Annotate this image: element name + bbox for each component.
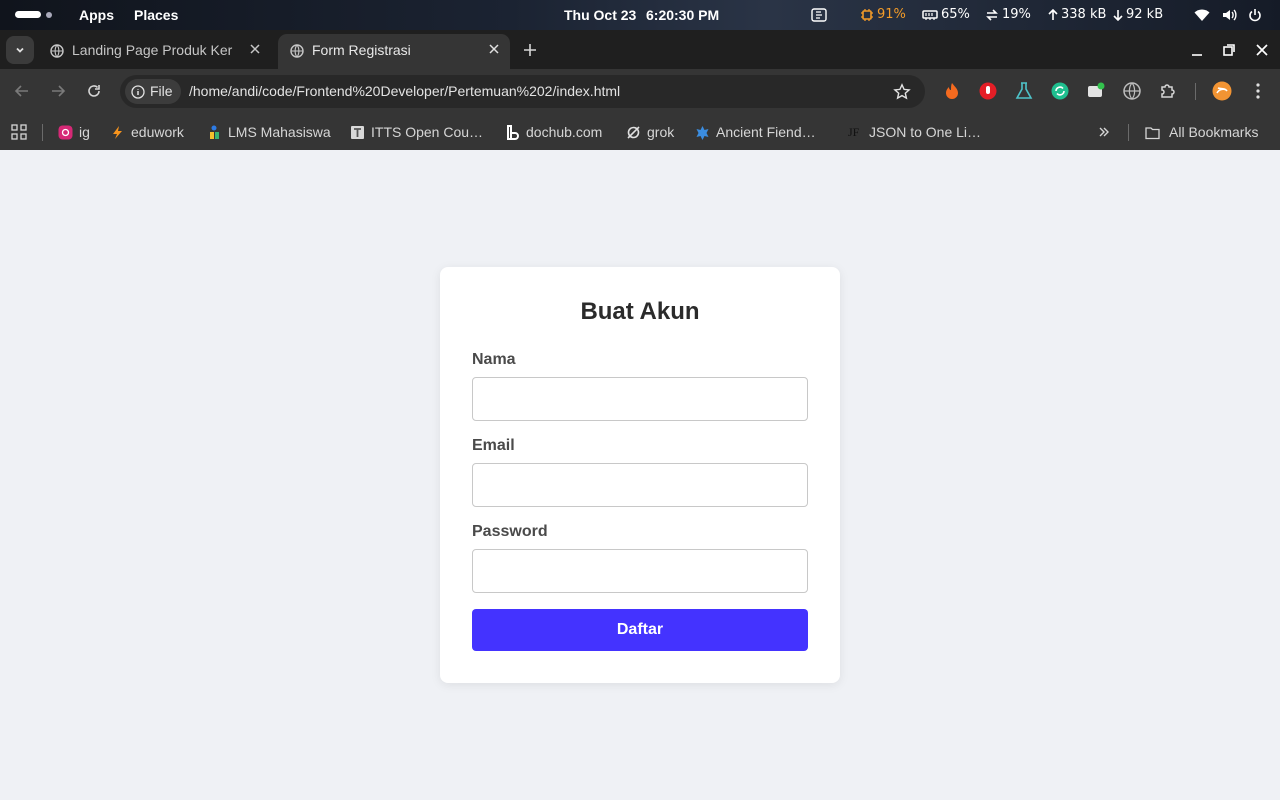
folder-icon <box>1145 127 1160 140</box>
globe-icon <box>50 44 64 58</box>
email-input[interactable] <box>472 463 808 507</box>
extension-stop-icon[interactable] <box>978 81 998 101</box>
volume-icon[interactable] <box>1221 0 1240 30</box>
bookmarks-separator <box>1128 124 1129 141</box>
browser-toolbar: File /home/andi/code/Frontend%20Develope… <box>0 69 1280 114</box>
swap-icon <box>986 8 998 21</box>
wifi-icon[interactable] <box>1194 0 1213 30</box>
download-value: 92 kB <box>1126 7 1164 22</box>
close-icon[interactable] <box>487 42 501 56</box>
instagram-icon <box>58 125 73 140</box>
reload-icon[interactable] <box>84 81 104 101</box>
system-top-bar: Apps Places Thu Oct 23 6:20:30 PM 91% 65… <box>0 0 1280 30</box>
password-input[interactable] <box>472 549 808 593</box>
tab-form-registrasi[interactable]: Form Registrasi <box>278 34 510 69</box>
address-bar[interactable]: File /home/andi/code/Frontend%20Develope… <box>120 75 925 108</box>
bookmark-ig[interactable]: ig <box>58 121 90 143</box>
eduwork-icon <box>113 126 122 139</box>
screen-indicator-icon[interactable] <box>811 0 830 30</box>
places-menu[interactable]: Places <box>134 0 178 30</box>
back-arrow-icon[interactable] <box>12 81 32 101</box>
upload-value: 338 kB <box>1061 7 1107 22</box>
download-indicator[interactable]: 92 kB <box>1113 0 1163 30</box>
upload-arrow-icon <box>1048 8 1058 20</box>
bookmark-grok[interactable]: grok <box>626 121 674 143</box>
bookmarks-bar: ig eduwork LMS Mahasiswa ITTS Open Cou… … <box>0 114 1280 150</box>
tab-title: Form Registrasi <box>312 42 411 58</box>
tab-title: Landing Page Produk Ker <box>72 42 233 58</box>
lms-icon <box>210 125 219 139</box>
minimize-icon[interactable] <box>1187 40 1207 60</box>
page-viewport: Buat Akun Nama Email Password Daftar <box>0 150 1280 800</box>
cpu-icon <box>861 8 873 21</box>
bookmarks-separator <box>42 124 43 141</box>
upload-indicator[interactable]: 338 kB <box>1048 0 1106 30</box>
browser-tab-strip: Landing Page Produk Ker Form Registrasi <box>0 30 1280 69</box>
nama-label: Nama <box>472 351 516 368</box>
extension-globe-icon[interactable] <box>1122 81 1142 101</box>
bookmark-ancient-fiend[interactable]: Ancient Fiend… <box>695 121 816 143</box>
apps-menu[interactable]: Apps <box>79 0 114 30</box>
close-icon[interactable] <box>248 42 262 56</box>
form-title: Buat Akun <box>580 298 700 325</box>
active-workspace-pill <box>15 11 41 18</box>
json-icon: JF <box>848 125 865 140</box>
extensions-puzzle-icon[interactable] <box>1158 81 1178 101</box>
apps-grid-icon[interactable] <box>11 124 27 140</box>
bookmark-lms-mahasiswa[interactable]: LMS Mahasiswa <box>207 121 331 143</box>
bookmark-json-to-one-line[interactable]: JF JSON to One Li… <box>848 121 981 143</box>
daftar-submit-button[interactable]: Daftar <box>472 609 808 651</box>
download-arrow-icon <box>1113 9 1123 21</box>
site-info-chip[interactable]: File <box>125 79 181 104</box>
forward-arrow-icon[interactable] <box>48 81 68 101</box>
inactive-workspace-dot <box>46 12 52 18</box>
cpu-indicator[interactable]: 91% <box>860 0 906 30</box>
cpu-value: 91% <box>877 7 906 22</box>
memory-value: 65% <box>941 7 970 22</box>
grok-icon <box>627 126 640 139</box>
swap-value: 19% <box>1002 7 1031 22</box>
tab-landing-page[interactable]: Landing Page Produk Ker <box>38 34 276 69</box>
registration-card: Buat Akun Nama Email Password Daftar <box>440 267 840 683</box>
bookmark-eduwork[interactable]: eduwork <box>110 121 184 143</box>
extension-refresh-icon[interactable] <box>1050 81 1070 101</box>
power-icon[interactable] <box>1248 0 1265 30</box>
memory-indicator[interactable]: 65% <box>922 0 970 30</box>
dochub-icon <box>507 125 519 140</box>
itts-icon <box>351 126 364 139</box>
site-info-label: File <box>150 83 173 99</box>
clock-time[interactable]: 6:20:30 PM <box>646 0 719 30</box>
profile-avatar-icon[interactable] <box>1212 81 1232 101</box>
globe-icon <box>290 44 304 58</box>
url-text[interactable]: /home/andi/code/Frontend%20Developer/Per… <box>189 75 620 108</box>
extension-lab-icon[interactable] <box>1014 81 1034 101</box>
toolbar-separator <box>1195 83 1196 100</box>
menu-kebab-icon[interactable] <box>1248 81 1268 101</box>
chevron-down-icon <box>16 47 24 53</box>
all-bookmarks-folder[interactable]: All Bookmarks <box>1144 121 1258 143</box>
bookmark-star-icon[interactable] <box>893 83 911 101</box>
info-icon <box>131 85 145 99</box>
tab-search-button[interactable] <box>6 36 34 64</box>
restore-icon[interactable] <box>1219 40 1239 60</box>
extension-fire-icon[interactable] <box>942 81 962 101</box>
email-label: Email <box>472 437 515 454</box>
swap-indicator[interactable]: 19% <box>985 0 1031 30</box>
bookmark-itts[interactable]: ITTS Open Cou… <box>350 121 483 143</box>
clock-date[interactable]: Thu Oct 23 <box>564 0 636 30</box>
nama-input[interactable] <box>472 377 808 421</box>
memory-icon <box>922 9 938 20</box>
ancient-fiend-icon <box>696 126 709 140</box>
extension-mail-icon[interactable] <box>1086 81 1106 101</box>
bookmark-dochub[interactable]: dochub.com <box>505 121 602 143</box>
more-bookmarks-chevron-icon[interactable] <box>1097 125 1111 139</box>
password-label: Password <box>472 523 548 540</box>
close-window-icon[interactable] <box>1252 40 1272 60</box>
workspace-indicator[interactable] <box>15 11 52 26</box>
new-tab-plus-icon[interactable] <box>520 40 540 60</box>
